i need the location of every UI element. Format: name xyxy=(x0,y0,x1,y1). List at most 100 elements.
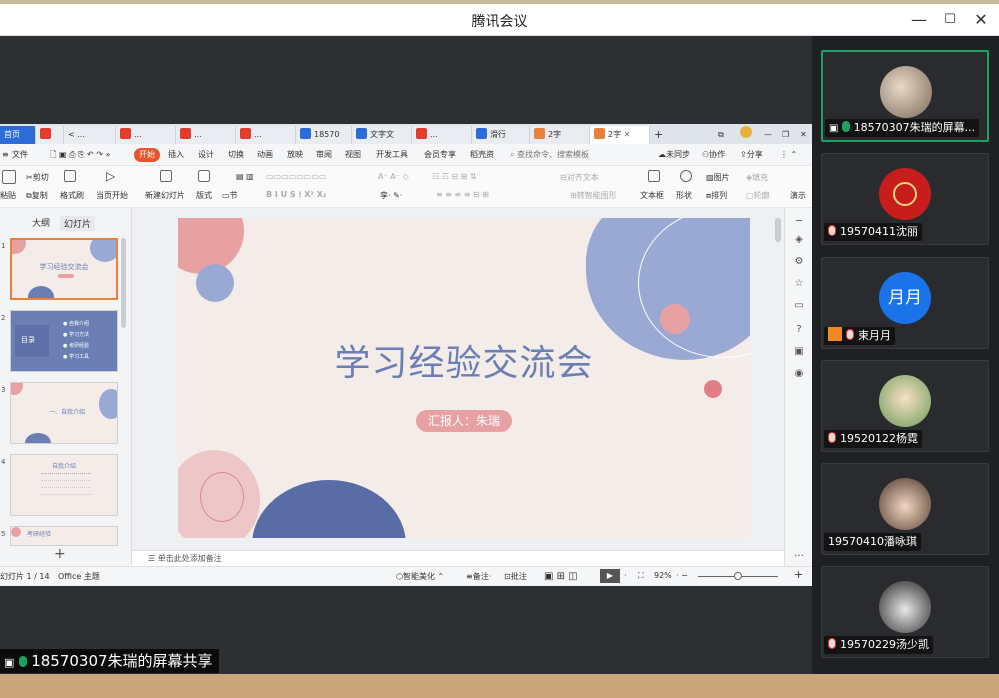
thumb-scrollbar[interactable] xyxy=(121,238,126,328)
menu-hamburger-icon[interactable]: ≡ xyxy=(2,148,9,162)
user-avatar-icon[interactable] xyxy=(736,126,754,144)
zoom-value[interactable]: 92% xyxy=(654,571,672,580)
tab-doc[interactable]: ... xyxy=(116,126,176,144)
slide-thumbnail-3[interactable]: 一、自我介绍 xyxy=(10,382,118,444)
paste-button[interactable]: 粘贴 xyxy=(0,190,16,201)
arrange-button[interactable]: ⧈排列 xyxy=(706,190,727,201)
participant-tile[interactable]: ▣ 18570307朱瑞的屏幕... xyxy=(821,50,989,142)
from-current-button[interactable]: 当页开始 xyxy=(96,190,128,201)
quick-access-icons[interactable]: 🗋 ▣ ⎙ ⎘ ↶ ↷ » xyxy=(50,148,110,162)
rendering-button[interactable]: 演示 xyxy=(790,190,806,201)
participant-tile[interactable]: 19570229汤少凯 xyxy=(821,566,989,658)
menu-file[interactable]: 文件 xyxy=(12,148,28,162)
wps-minimize-icon[interactable]: — xyxy=(760,126,774,144)
style-icon[interactable]: ◈ xyxy=(793,234,805,246)
slide-scrollbar[interactable] xyxy=(775,218,781,242)
menu-daoke[interactable]: 稻壳资 xyxy=(470,148,494,162)
text-box-icon[interactable] xyxy=(648,170,662,182)
font-size-buttons[interactable]: A⁺ A⁻ ◇ xyxy=(378,172,409,181)
new-slide-button[interactable]: 新建幻灯片 xyxy=(145,190,185,201)
close-tab-icon[interactable]: ✕ xyxy=(624,130,631,139)
participant-tile[interactable]: 月月 束月月 xyxy=(821,257,989,349)
convert-smartart-button[interactable]: ⊞转智能图形 xyxy=(570,190,617,201)
notes-field[interactable]: ☰ 单击此处添加备注 xyxy=(132,550,784,566)
tab-doc[interactable]: 18570 xyxy=(296,126,352,144)
zoom-out-icon[interactable]: · − xyxy=(676,571,688,580)
minimize-icon[interactable]: — xyxy=(909,10,929,30)
comments-toggle[interactable]: ⊡批注 xyxy=(504,571,527,582)
add-slide-icon[interactable]: + xyxy=(54,546,66,562)
window-count-icon[interactable]: ⧉ xyxy=(714,126,736,144)
layout-button[interactable]: 版式 xyxy=(196,190,212,201)
format-painter-button[interactable]: 格式刷 xyxy=(60,190,84,201)
layers-icon[interactable]: ▭ xyxy=(793,300,805,312)
zoom-slider-handle[interactable] xyxy=(734,572,742,580)
slide-thumbnail-1[interactable]: 学习经验交流会 xyxy=(10,238,118,300)
copy-button[interactable]: ⧉复制 xyxy=(26,190,48,201)
format-icon[interactable]: ─ xyxy=(793,216,805,228)
picture-button[interactable]: ▨图片 xyxy=(706,172,730,183)
star-icon[interactable]: ☆ xyxy=(793,278,805,290)
more-icon[interactable]: … xyxy=(793,548,805,560)
tab-outline[interactable]: 大纲 xyxy=(32,216,50,229)
fill-button[interactable]: ◈填充 xyxy=(746,172,768,183)
menu-insert[interactable]: 插入 xyxy=(168,148,184,162)
reset-icon[interactable]: ▤ ▥ xyxy=(236,172,254,181)
zoom-fit-icon[interactable]: ⛶ xyxy=(638,571,644,581)
wps-close-icon[interactable]: ✕ xyxy=(796,126,810,144)
wps-restore-icon[interactable]: ❐ xyxy=(778,126,792,144)
tab-doc[interactable]: ... xyxy=(412,126,472,144)
menu-start[interactable]: 开始 xyxy=(134,148,160,162)
tab-slides[interactable]: 幻灯片 xyxy=(60,216,96,231)
smart-beautify-button[interactable]: ⬡智能美化 ⌃ xyxy=(396,571,444,582)
view-mode-icons[interactable]: ▣ ⊞ ◫ xyxy=(544,571,578,582)
new-tab-icon[interactable]: + xyxy=(650,126,668,144)
tab-doc-active[interactable]: 2字 ✕ xyxy=(590,126,650,144)
notes-toggle[interactable]: ≡备注· xyxy=(466,571,491,582)
outline-button[interactable]: ▢轮廓 xyxy=(746,190,770,201)
menu-animation[interactable]: 动画 xyxy=(257,148,273,162)
current-slide[interactable]: 学习经验交流会 汇报人：朱瑞 xyxy=(178,218,750,538)
play-icon[interactable]: ▷ xyxy=(106,169,115,183)
menu-devtools[interactable]: 开发工具 xyxy=(376,148,408,162)
shape-button[interactable]: 形状 xyxy=(676,190,692,201)
participant-tile[interactable]: 19570410潘咏琪 xyxy=(821,463,989,555)
tab-home[interactable]: 首页 xyxy=(0,126,36,144)
menu-view[interactable]: 视图 xyxy=(345,148,361,162)
cut-button[interactable]: ✂剪切 xyxy=(26,172,49,183)
tab-doc[interactable]: 滑行 xyxy=(472,126,530,144)
menu-transition[interactable]: 切换 xyxy=(228,148,244,162)
zoom-in-icon[interactable]: + xyxy=(794,568,803,581)
format-painter-icon[interactable] xyxy=(64,170,78,182)
participant-tile[interactable]: 19520122杨霓 xyxy=(821,360,989,452)
paste-icon[interactable] xyxy=(2,170,18,184)
slide-thumbnail-5[interactable]: 考研经验 xyxy=(10,526,118,546)
list-buttons[interactable]: ☷ ☶ ⊟ ⊞ ⇅ xyxy=(432,172,477,181)
more-options-icon[interactable]: ⋮ ⌃ xyxy=(780,148,797,162)
sync-status[interactable]: ☁未同步 xyxy=(658,148,690,162)
section-button[interactable]: ▭节 xyxy=(222,190,238,201)
participant-tile[interactable]: 19570411沈丽 xyxy=(821,153,989,245)
shape-icon[interactable] xyxy=(680,170,694,182)
slide-thumbnail-2[interactable]: 目录 ● 自我介绍 ● 学习方法 ● 考研经验 ● 学习工具 xyxy=(10,310,118,372)
text-box-button[interactable]: 文本框 xyxy=(640,190,664,201)
share-button[interactable]: ⇪分享 xyxy=(740,148,763,162)
command-search[interactable]: ⌕ 查找命令、搜索模板 xyxy=(510,148,589,162)
paragraph-align-buttons[interactable]: ≡ ≡ ≡ ≡ ⊟ ⊞ xyxy=(436,190,489,199)
tab-wps-logo[interactable] xyxy=(36,126,64,144)
text-color-buttons[interactable]: 孪· ✎· xyxy=(380,190,402,201)
tab-doc[interactable]: ... xyxy=(236,126,296,144)
play-options-icon[interactable]: · xyxy=(624,571,627,580)
location-icon[interactable]: ◉ xyxy=(793,368,805,380)
menu-slideshow[interactable]: 放映 xyxy=(287,148,303,162)
camera-icon[interactable]: ▣ xyxy=(793,346,805,358)
layout-icon[interactable] xyxy=(198,170,212,182)
menu-design[interactable]: 设计 xyxy=(198,148,214,162)
menu-member[interactable]: 会员专享 xyxy=(424,148,456,162)
text-style-buttons[interactable]: B I U S ⁞ X² X₂ xyxy=(266,190,326,199)
font-name-box[interactable]: ▭▭▭▭▭▭▭▭ xyxy=(266,172,326,181)
close-icon[interactable]: ✕ xyxy=(971,10,991,30)
play-slideshow-icon[interactable]: ▶ xyxy=(600,569,620,583)
animation-icon[interactable]: ⚙ xyxy=(793,256,805,268)
tab-doc[interactable]: < ... xyxy=(64,126,116,144)
